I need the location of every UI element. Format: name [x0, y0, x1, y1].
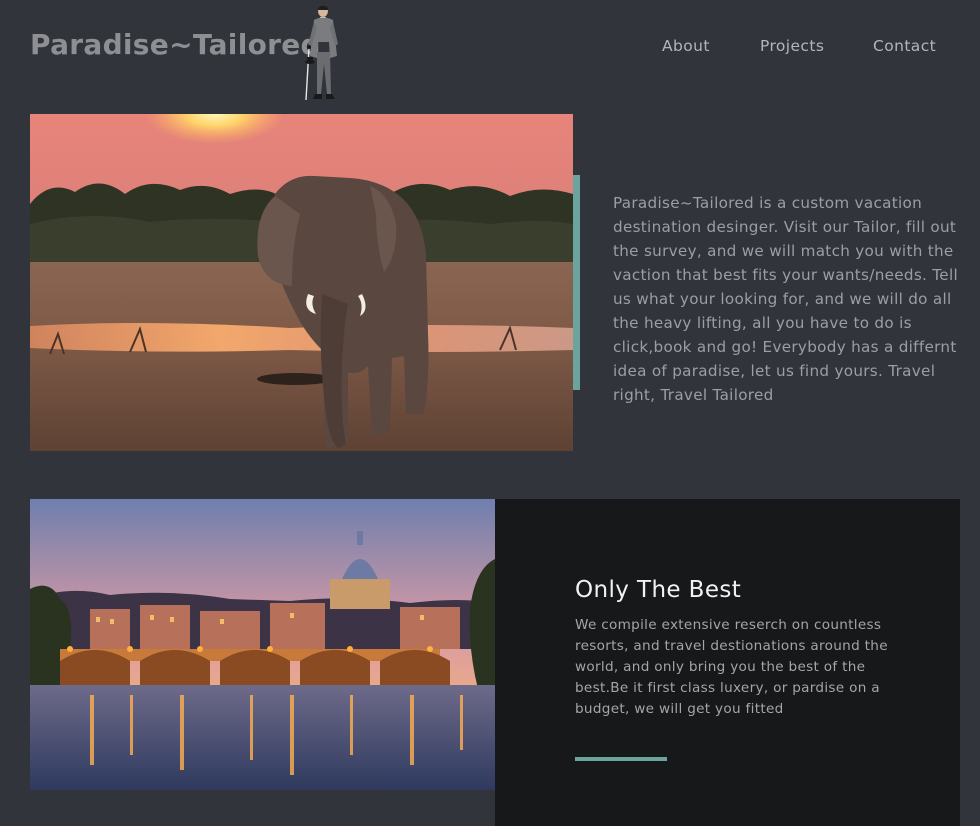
- feature-description: We compile extensive reserch on countles…: [575, 617, 888, 717]
- accent-divider: [575, 757, 667, 761]
- gentleman-with-cane-icon: [300, 2, 348, 104]
- nav-contact-link[interactable]: Contact: [873, 37, 936, 55]
- nav-projects-link[interactable]: Projects: [760, 37, 824, 55]
- accent-bar: [573, 175, 580, 390]
- nav-about-link[interactable]: About: [662, 37, 710, 55]
- rome-river-night-photo: [30, 499, 495, 790]
- hero-description: Paradise~Tailored is a custom vacation d…: [613, 194, 958, 405]
- brand-logo[interactable]: Paradise~Tailored: [30, 28, 321, 61]
- site-header: Paradise~Tailored About Projects Contact: [0, 0, 980, 104]
- elephant-sunset-photo: [30, 114, 573, 451]
- feature-title: Only The Best: [575, 577, 742, 603]
